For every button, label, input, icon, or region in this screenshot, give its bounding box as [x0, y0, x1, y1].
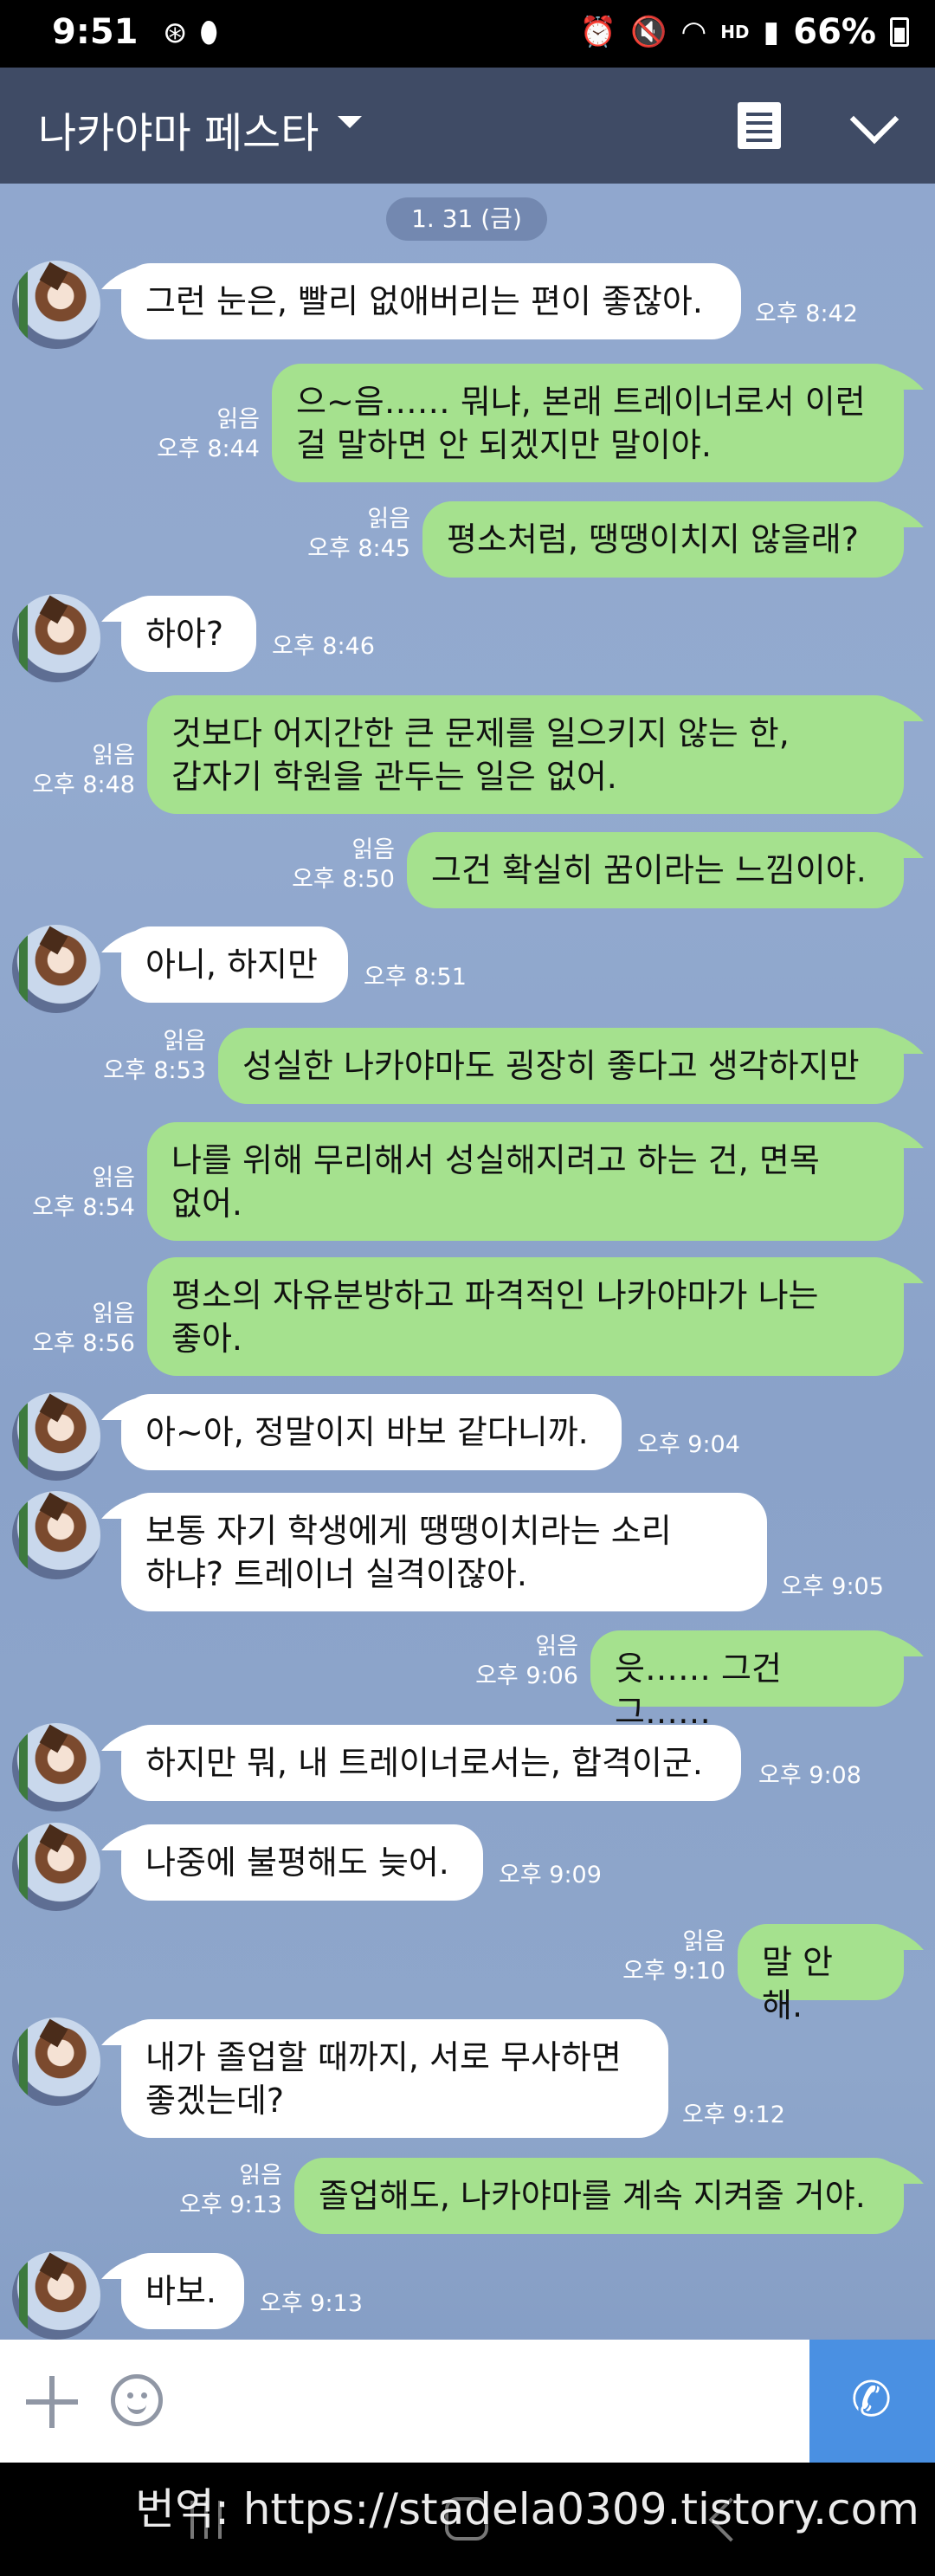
avatar[interactable]: [12, 594, 100, 682]
read-receipt: 읽음: [92, 1301, 135, 1327]
message-time: 오후 9:08: [758, 1762, 861, 1789]
message-meta: 읽음 오후 8:54: [32, 1164, 135, 1223]
status-bar: 9:51 ⊛ ⬮ ⏰ 🔇 ◠ HD ▮ 66%: [0, 0, 935, 68]
message-bubble-incoming[interactable]: 내가 졸업할 때까지, 서로 무사하면 좋겠는데?: [121, 2019, 668, 2138]
message-bubble-outgoing[interactable]: 나를 위해 무리해서 성실해지려고 하는 건, 면목 없어.: [147, 1122, 904, 1241]
message-bubble-incoming[interactable]: 하지만 뭐, 내 트레이너로서는, 합격이군.: [121, 1725, 741, 1801]
message-meta: 읽음 오후 8:53: [103, 1027, 206, 1086]
hd-voice-icon: HD: [720, 22, 750, 42]
read-receipt: 읽음: [216, 406, 260, 433]
read-receipt: 읽음: [535, 1633, 578, 1660]
message-bubble-incoming[interactable]: 하아?: [121, 596, 256, 672]
avatar[interactable]: [12, 1823, 100, 1911]
battery-icon: [890, 17, 909, 47]
read-receipt: 읽음: [92, 1165, 135, 1191]
read-receipt: 읽음: [239, 2162, 282, 2189]
title-dropdown-icon[interactable]: [338, 116, 362, 128]
message-bubble-outgoing[interactable]: 평소의 자유분방하고 파격적인 나카야마가 나는 좋아.: [147, 1257, 904, 1376]
message-bubble-outgoing[interactable]: 읏…… 그건 그……: [590, 1630, 904, 1731]
message-bubble-incoming[interactable]: 그런 눈은, 빨리 없애버리는 편이 좋잖아.: [121, 263, 741, 339]
message-bubble-outgoing[interactable]: 으~음…… 뭐냐, 본래 트레이너로서 이런 걸 말하면 안 되겠지만 말이야.: [272, 364, 904, 482]
message-bubble-outgoing[interactable]: 졸업해도, 나카야마를 계속 지켜줄 거야.: [294, 2158, 904, 2234]
message-time: 오후 8:42: [755, 300, 858, 327]
message-meta: 읽음 오후 9:13: [179, 2161, 282, 2220]
message-bubble-outgoing[interactable]: 것보다 어지간한 큰 문제를 일으키지 않는 한, 갑자기 학원을 관두는 일은…: [147, 695, 904, 814]
message-time: 오후 8:54: [32, 1194, 135, 1221]
read-receipt: 읽음: [92, 742, 135, 769]
message-time: 오후 9:10: [622, 1958, 725, 1985]
message-meta: 읽음 오후 9:10: [622, 1927, 725, 1986]
message-time: 오후 9:12: [682, 2101, 785, 2128]
message-meta: 읽음 오후 8:48: [32, 741, 135, 800]
message-bubble-incoming[interactable]: 아~아, 정말이지 바보 같다니까.: [121, 1394, 622, 1470]
message-bubble-incoming[interactable]: 나중에 불평해도 늦어.: [121, 1824, 483, 1901]
status-left-icons: ⊛ ⬮: [163, 16, 218, 50]
avatar[interactable]: [12, 925, 100, 1013]
message-time: 오후 8:51: [364, 964, 467, 991]
alarm-icon: ⏰: [579, 15, 617, 49]
status-time: 9:51: [52, 12, 139, 52]
message-time: 오후 8:53: [103, 1057, 206, 1084]
message-time: 오후 8:50: [292, 866, 395, 893]
avatar[interactable]: [12, 1491, 100, 1579]
message-bubble-outgoing[interactable]: 평소처럼, 땡땡이치지 않을래?: [422, 501, 904, 578]
read-receipt: 읽음: [163, 1028, 206, 1055]
avatar[interactable]: [12, 261, 100, 349]
message-time: 오후 9:09: [499, 1862, 602, 1888]
call-button[interactable]: ✆: [809, 2340, 935, 2463]
pill-icon: ⬮: [199, 16, 218, 50]
notes-icon[interactable]: [738, 102, 781, 149]
message-bubble-incoming[interactable]: 아니, 하지만: [121, 926, 348, 1003]
message-time: 오후 8:48: [32, 772, 135, 798]
message-time: 오후 8:46: [272, 633, 375, 660]
message-meta: 읽음 오후 8:44: [157, 405, 260, 464]
avatar[interactable]: [12, 1392, 100, 1481]
status-right-icons: ⏰ 🔇 ◠ HD ▮ 66%: [580, 12, 909, 52]
message-bubble-outgoing[interactable]: 그건 확실히 꿈이라는 느낌이야.: [407, 832, 904, 908]
avatar[interactable]: [12, 2018, 100, 2106]
mute-icon: 🔇: [630, 15, 667, 49]
message-time: 오후 8:45: [307, 535, 410, 562]
message-meta: 읽음 오후 8:56: [32, 1300, 135, 1359]
message-input-bar: ✆: [0, 2340, 935, 2463]
plus-icon[interactable]: [26, 2376, 78, 2428]
phone-icon: ✆: [851, 2372, 892, 2428]
avatar[interactable]: [12, 1723, 100, 1811]
battery-percent: 66%: [793, 12, 876, 52]
message-time: 오후 9:06: [475, 1662, 578, 1689]
message-bubble-incoming[interactable]: 보통 자기 학생에게 땡땡이치라는 소리 하냐? 트레이너 실격이잖아.: [121, 1493, 767, 1611]
message-time: 오후 9:05: [781, 1573, 884, 1600]
read-receipt: 읽음: [367, 506, 410, 533]
read-receipt: 읽음: [682, 1928, 725, 1955]
wifi-icon: ◠: [680, 15, 707, 49]
chevron-down-icon[interactable]: [849, 94, 900, 145]
chat-header: 나카야마 페스타: [0, 68, 935, 184]
read-receipt: 읽음: [351, 836, 395, 863]
message-time: 오후 9:13: [179, 2192, 282, 2218]
message-meta: 읽음 오후 8:50: [292, 836, 395, 894]
watermark: 번역: https://stadela0309.tistory.com: [135, 2484, 919, 2534]
message-time: 오후 8:56: [32, 1330, 135, 1357]
aperture-icon: ⊛: [163, 16, 188, 50]
message-bubble-outgoing[interactable]: 성실한 나카야마도 굉장히 좋다고 생각하지만: [218, 1028, 904, 1104]
chat-title[interactable]: 나카야마 페스타: [38, 99, 319, 159]
message-time: 오후 8:44: [157, 436, 260, 462]
emoji-icon[interactable]: [111, 2374, 163, 2426]
message-bubble-outgoing[interactable]: 말 안 해.: [738, 1924, 904, 2024]
signal-icon: ▮: [763, 15, 780, 49]
date-divider: 1. 31 (금): [386, 197, 547, 241]
message-meta: 읽음 오후 8:45: [307, 505, 410, 564]
message-time: 오후 9:04: [637, 1431, 740, 1458]
message-meta: 읽음 오후 9:06: [475, 1632, 578, 1691]
message-bubble-incoming[interactable]: 바보.: [121, 2253, 244, 2329]
message-time: 오후 9:13: [260, 2290, 363, 2317]
avatar[interactable]: [12, 2251, 100, 2340]
